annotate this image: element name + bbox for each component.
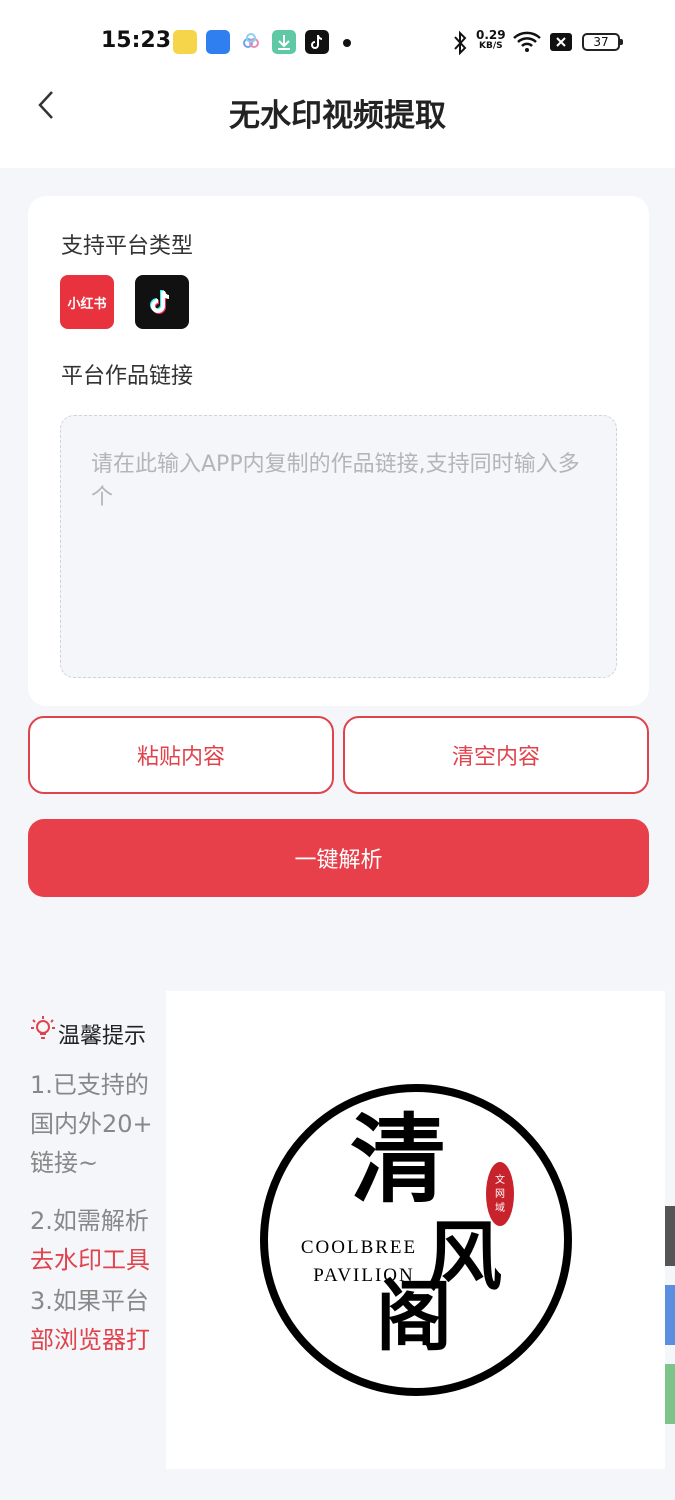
- download-icon: [272, 30, 296, 54]
- svg-text:清: 清: [350, 1103, 446, 1216]
- floating-handle[interactable]: [665, 1364, 675, 1424]
- svg-text:网: 网: [495, 1188, 505, 1200]
- tip-line: 链接~: [30, 1149, 99, 1177]
- svg-text:文: 文: [495, 1173, 505, 1186]
- tip-line: 2.如需解析: [30, 1207, 149, 1235]
- net-speed: 0.29 KB/S: [476, 28, 506, 51]
- floating-handle[interactable]: [665, 1285, 675, 1345]
- tip-line: 1.已支持的: [30, 1071, 149, 1099]
- link-input[interactable]: [60, 415, 617, 678]
- app-icon-3: [239, 30, 263, 54]
- tip-line: 3.如果平台: [30, 1287, 149, 1315]
- tip-link[interactable]: 部浏览器打: [30, 1321, 150, 1360]
- lightbulb-icon: [31, 1016, 55, 1039]
- tiktok-icon: [305, 30, 329, 54]
- tips-title: 温馨提示: [58, 1024, 147, 1049]
- link-label: 平台作品链接: [61, 364, 194, 389]
- tiktok-logo: [135, 275, 189, 329]
- battery-icon: 37: [582, 33, 623, 51]
- notification-dot: [343, 39, 351, 47]
- wifi-icon: [513, 31, 541, 52]
- input-card: 支持平台类型 小红书 平台作品链接: [28, 196, 649, 706]
- app-icon-1: [173, 30, 197, 54]
- pavilion-logo: 清 风 阁 COOLBREE PAVILION 文 网 域: [260, 1084, 572, 1396]
- floating-handle[interactable]: [665, 1206, 675, 1266]
- status-time: 15:23: [101, 28, 172, 53]
- bluetooth-icon: [454, 30, 467, 56]
- tip-line: 国内外20+: [30, 1110, 153, 1138]
- header: 无水印视频提取: [0, 84, 675, 168]
- svg-text:COOLBREE: COOLBREE: [301, 1237, 417, 1258]
- paste-button[interactable]: 粘贴内容: [28, 716, 334, 794]
- clear-button[interactable]: 清空内容: [343, 716, 649, 794]
- tip-link[interactable]: 去水印工具: [30, 1241, 150, 1280]
- page-title: 无水印视频提取: [229, 98, 446, 134]
- svg-text:域: 域: [495, 1201, 505, 1214]
- watermark-overlay: 清 风 阁 COOLBREE PAVILION 文 网 域: [166, 991, 665, 1469]
- platforms-label: 支持平台类型: [61, 234, 194, 259]
- parse-button[interactable]: 一键解析: [28, 819, 649, 897]
- status-bar: 15:23 0.29 KB/S 37: [0, 0, 675, 84]
- svg-text:PAVILION: PAVILION: [313, 1265, 415, 1286]
- sim-icon: [550, 33, 572, 51]
- app-icon-2: [206, 30, 230, 54]
- xiaohongshu-logo: 小红书: [60, 275, 114, 329]
